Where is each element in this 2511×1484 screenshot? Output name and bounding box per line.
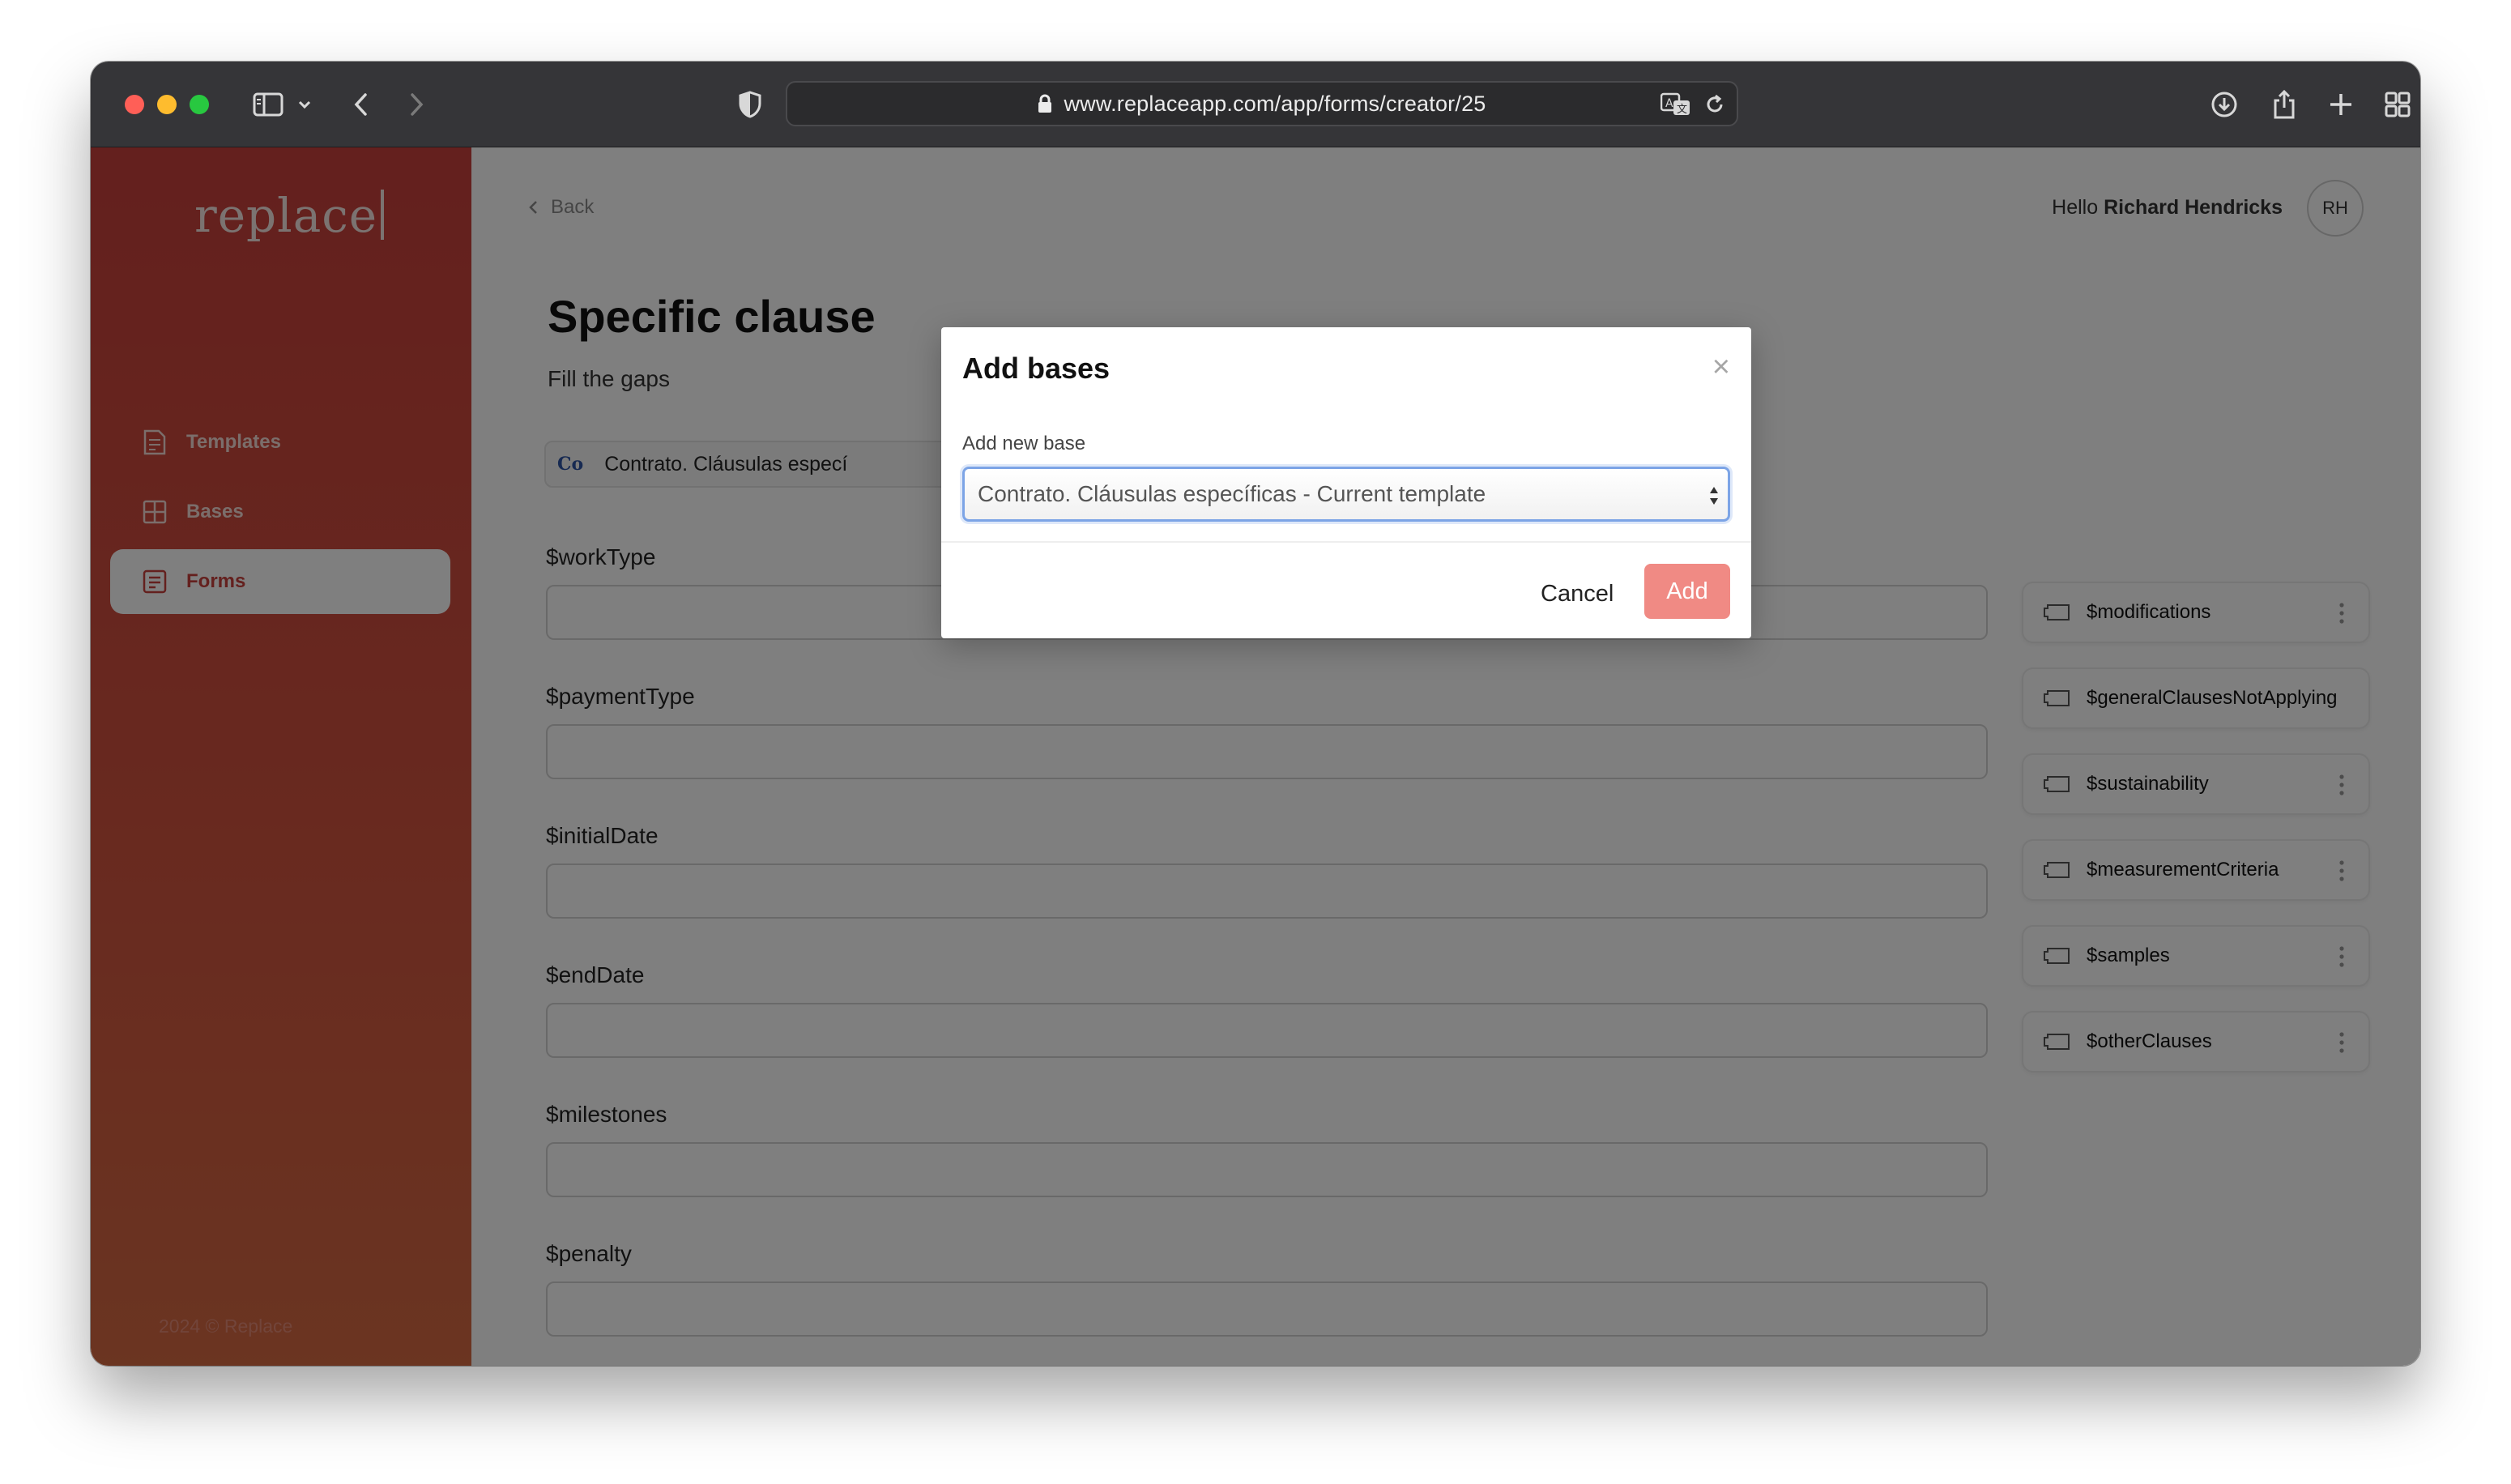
base-select[interactable]: Contrato. Cláusulas específicas - Curren… bbox=[962, 467, 1730, 522]
browser-toolbar: www.replaceapp.com/app/forms/creator/25 … bbox=[91, 62, 2420, 147]
address-bar[interactable]: www.replaceapp.com/app/forms/creator/25 … bbox=[786, 81, 1738, 126]
forward-icon[interactable] bbox=[405, 86, 429, 123]
translate-icon[interactable]: A文 bbox=[1660, 92, 1691, 121]
minimize-window-button[interactable] bbox=[157, 95, 177, 114]
maximize-window-button[interactable] bbox=[190, 95, 209, 114]
modal-divider bbox=[941, 541, 1751, 543]
share-icon[interactable] bbox=[2268, 86, 2300, 123]
app-page: replace Templates Bases Forms 2024 © Re bbox=[91, 147, 2420, 1366]
svg-text:文: 文 bbox=[1677, 104, 1687, 116]
sidebar-icon[interactable] bbox=[249, 86, 287, 123]
close-icon[interactable]: × bbox=[1712, 352, 1730, 382]
svg-text:A: A bbox=[1665, 97, 1673, 110]
browser-window: www.replaceapp.com/app/forms/creator/25 … bbox=[91, 62, 2420, 1366]
add-new-base-label: Add new base bbox=[962, 433, 1086, 454]
chevron-down-icon[interactable] bbox=[295, 86, 314, 123]
tab-overview-icon[interactable] bbox=[2381, 86, 2414, 123]
add-button[interactable]: Add bbox=[1644, 564, 1730, 619]
back-icon[interactable] bbox=[348, 86, 373, 123]
cancel-button[interactable]: Cancel bbox=[1541, 567, 1614, 620]
url-text: www.replaceapp.com/app/forms/creator/25 bbox=[1064, 91, 1486, 116]
shield-icon[interactable] bbox=[734, 86, 766, 123]
reload-icon[interactable] bbox=[1704, 94, 1725, 119]
add-bases-modal: Add bases × Add new base Contrato. Cláus… bbox=[941, 327, 1751, 638]
base-select-value: Contrato. Cláusulas específicas - Curren… bbox=[978, 481, 1486, 506]
new-tab-icon[interactable] bbox=[2325, 86, 2357, 123]
close-window-button[interactable] bbox=[125, 95, 144, 114]
download-icon[interactable] bbox=[2208, 86, 2240, 123]
select-arrows-icon bbox=[1708, 485, 1720, 506]
modal-title: Add bases bbox=[962, 352, 1111, 385]
lock-icon bbox=[1038, 94, 1052, 113]
